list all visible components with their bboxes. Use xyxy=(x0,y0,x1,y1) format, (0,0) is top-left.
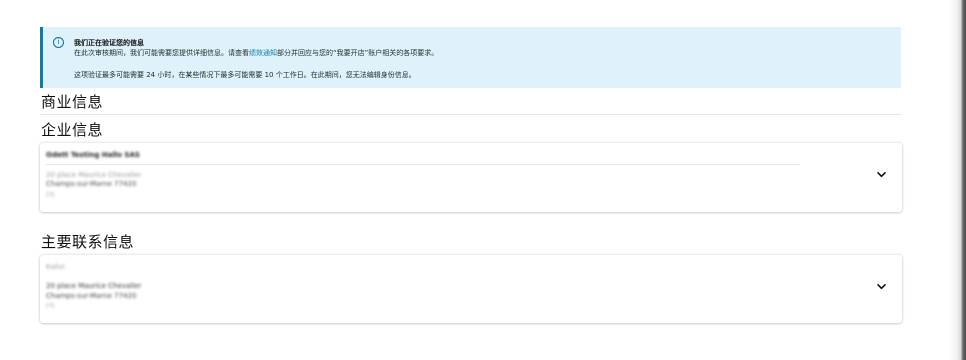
chevron-down-icon[interactable] xyxy=(877,170,886,179)
contact-address-line3: FR xyxy=(46,302,55,310)
verification-info-alert: i 我们正在验证您的信息 在此次审核期间，我们可能需要您提供详细信息。请查看绩效… xyxy=(40,27,901,88)
alert-message-line1: 在此次审核期间，我们可能需要您提供详细信息。请查看绩效通知部分并回应与您的“我要… xyxy=(74,48,438,58)
section-divider xyxy=(40,114,901,115)
chevron-down-icon[interactable] xyxy=(877,282,886,291)
company-name: Odett Testing Hallo SAS xyxy=(46,151,140,159)
enterprise-address-line3: FR xyxy=(46,191,55,199)
card-divider xyxy=(46,164,800,165)
business-info-heading: 商业信息 xyxy=(41,93,104,111)
contact-address-line1: 20 place Maurice Chevalier xyxy=(46,282,142,290)
alert-message-line2: 这项验证最多可能需要 24 小时，在某些情况下最多可能需要 10 个工作日。在此… xyxy=(74,71,416,79)
enterprise-info-card[interactable]: Odett Testing Hallo SAS 20 place Maurice… xyxy=(40,143,902,212)
alert-line1-suffix: 部分并回应与您的“我要开店”账户相关的各项要求。 xyxy=(277,49,439,57)
alert-line1-prefix: 在此次审核期间，我们可能需要您提供详细信息。请查看 xyxy=(74,49,249,57)
contact-address-line2: Champs-sur-Marne 77420 xyxy=(46,292,137,300)
primary-contact-card[interactable]: Kalivi 20 place Maurice Chevalier Champs… xyxy=(40,255,902,323)
info-icon: i xyxy=(53,37,64,48)
contact-name: Kalivi xyxy=(46,263,65,271)
seller-identity-page: i 我们正在验证您的信息 在此次审核期间，我们可能需要您提供详细信息。请查看绩效… xyxy=(0,0,966,360)
enterprise-address-line1: 20 place Maurice Chevalier xyxy=(46,171,142,179)
alert-title: 我们正在验证您的信息 xyxy=(74,39,144,47)
performance-notifications-link[interactable]: 绩效通知 xyxy=(249,49,277,57)
enterprise-info-heading: 企业信息 xyxy=(41,121,104,139)
enterprise-address-line2: Champs-sur-Marne 77420 xyxy=(46,180,137,188)
window-edge xyxy=(948,0,966,360)
primary-contact-heading: 主要联系信息 xyxy=(41,233,135,251)
